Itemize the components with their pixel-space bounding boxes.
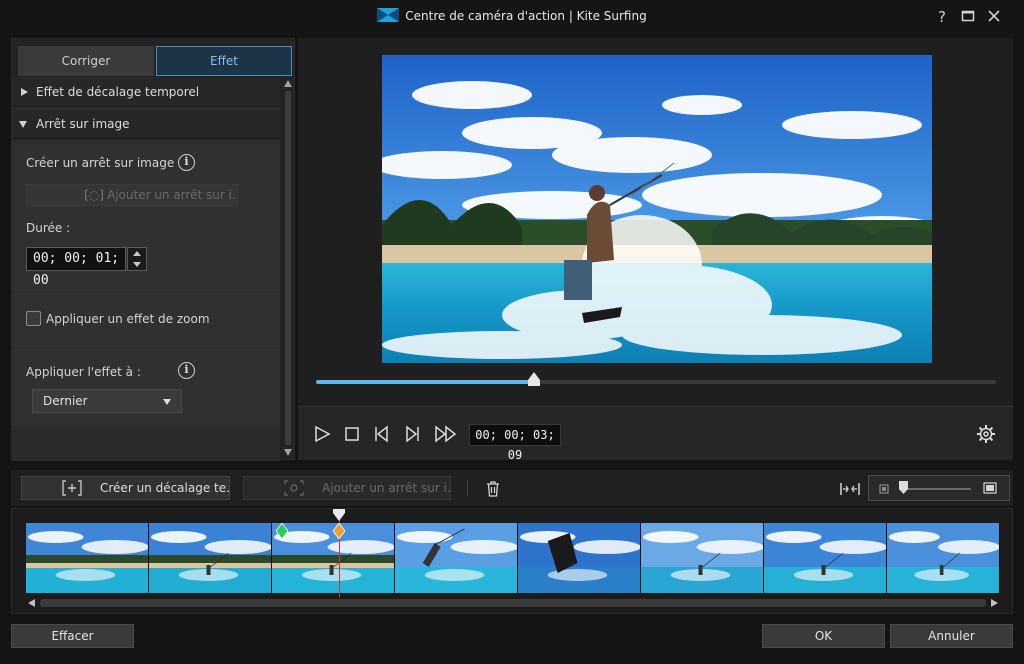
trash-icon[interactable] <box>485 480 501 498</box>
start-marker[interactable] <box>276 523 289 539</box>
duration-label: Durée : <box>26 221 71 235</box>
zoom-effect-row: Appliquer un effet de zoom <box>12 293 280 347</box>
next-frame-icon[interactable] <box>402 424 422 444</box>
timeline-scroll-thumb[interactable] <box>40 599 986 607</box>
freeze-frame-icon: [◌] <box>84 188 104 202</box>
window-title: Centre de caméra d'action | Kite Surfing <box>405 9 647 23</box>
create-time-shift-button[interactable]: Créer un décalage te... <box>21 476 230 500</box>
timeline-thumbnail[interactable] <box>26 523 149 593</box>
add-freeze-frame-toolbar-button: Ajouter un arrêt sur i... <box>243 476 451 500</box>
window-title-container: Centre de caméra d'action | Kite Surfing <box>0 8 1024 23</box>
expand-arrow-icon <box>21 88 28 96</box>
preview-scrubber[interactable] <box>316 372 996 386</box>
settings-gear-icon[interactable] <box>976 424 996 444</box>
add-time-shift-icon <box>62 480 82 496</box>
timeline-thumbnail[interactable] <box>641 523 764 593</box>
freeze-frame-settings: Créer un arrêt sur image i [◌] Ajouter u… <box>12 141 280 291</box>
zoom-slider-handle[interactable] <box>899 481 908 494</box>
ok-button[interactable]: OK <box>762 624 885 648</box>
add-freeze-frame-toolbar-label: Ajouter un arrêt sur i... <box>322 481 451 495</box>
scroll-up-icon[interactable] <box>284 80 292 87</box>
scroll-left-icon[interactable] <box>28 599 35 607</box>
tab-bar: Corriger Effet <box>18 46 292 76</box>
section-time-shift-label: Effet de décalage temporel <box>36 85 200 99</box>
clear-button[interactable]: Effacer <box>11 624 134 648</box>
fit-timeline-icon[interactable] <box>840 481 860 497</box>
cancel-button[interactable]: Annuler <box>890 624 1013 648</box>
timeline-thumbnail[interactable] <box>518 523 641 593</box>
panel-scrollbar[interactable] <box>282 77 294 459</box>
chevron-down-icon <box>163 399 171 405</box>
apply-effect-label: Appliquer l'effet à : <box>26 365 141 379</box>
zoom-out-icon[interactable] <box>879 484 889 494</box>
apply-effect-row: Appliquer l'effet à : i Dernier <box>12 349 280 425</box>
fast-forward-icon[interactable] <box>434 424 458 444</box>
video-track[interactable] <box>26 509 1000 597</box>
close-button[interactable] <box>986 9 1002 25</box>
zoom-slider-track[interactable] <box>899 488 971 490</box>
zoom-effect-checkbox[interactable] <box>26 311 41 326</box>
stop-icon[interactable] <box>342 424 362 444</box>
info-icon[interactable]: i <box>178 362 195 379</box>
scroll-down-icon[interactable] <box>284 449 292 456</box>
maximize-icon <box>961 10 975 22</box>
help-button[interactable]: ? <box>934 9 950 25</box>
scroll-thumb[interactable] <box>285 91 291 445</box>
timeline-zoom-control <box>868 475 1010 501</box>
playback-timecode: 00; 00; 03; 09 <box>469 424 561 462</box>
duration-spinner[interactable] <box>127 247 147 271</box>
title-bar: Centre de caméra d'action | Kite Surfing… <box>0 0 1024 34</box>
video-preview <box>382 55 932 363</box>
duration-input[interactable]: 00; 00; 01; 00 <box>26 247 126 288</box>
create-freeze-label: Créer un arrêt sur image <box>26 156 175 170</box>
section-time-shift[interactable]: Effet de décalage temporel <box>12 77 280 107</box>
zoom-effect-label: Appliquer un effet de zoom <box>46 312 210 326</box>
close-icon <box>988 10 1000 22</box>
timeline-toolbar: Créer un décalage te... Ajouter un arrêt… <box>11 470 1013 506</box>
panel-body: Effet de décalage temporel Arrêt sur ima… <box>12 77 280 461</box>
scroll-right-icon[interactable] <box>991 599 998 607</box>
previous-frame-icon[interactable] <box>372 424 392 444</box>
toolbar-divider <box>467 480 468 496</box>
section-freeze-frame[interactable]: Arrêt sur image <box>12 109 280 139</box>
scrubber-handle[interactable] <box>527 372 540 386</box>
collapse-arrow-icon <box>19 121 27 128</box>
playhead-handle[interactable] <box>332 509 345 521</box>
freeze-frame-icon <box>284 480 304 496</box>
preview-panel <box>298 38 1013 406</box>
play-icon[interactable] <box>312 424 332 444</box>
add-freeze-frame-label: Ajouter un arrêt sur i... <box>107 188 238 202</box>
timeline <box>11 508 1013 614</box>
freeze-marker[interactable] <box>332 523 345 539</box>
info-icon[interactable]: i <box>178 154 195 171</box>
timeline-scrollbar[interactable] <box>26 597 1000 609</box>
timeline-thumbnail[interactable] <box>395 523 518 593</box>
apply-effect-value: Dernier <box>43 394 88 408</box>
playback-controls: 00; 00; 03; 09 <box>298 406 1013 462</box>
add-freeze-frame-button: [◌] Ajouter un arrêt sur i... <box>26 184 238 206</box>
scrubber-progress <box>316 380 534 384</box>
app-logo-icon <box>377 8 400 22</box>
tab-corriger[interactable]: Corriger <box>18 46 154 76</box>
create-time-shift-label: Créer un décalage te... <box>100 481 230 495</box>
spinner-up-icon[interactable] <box>133 251 141 256</box>
timeline-thumbnail[interactable] <box>764 523 887 593</box>
tab-effet[interactable]: Effet <box>156 46 292 76</box>
zoom-in-icon[interactable] <box>983 482 997 494</box>
effect-settings-panel: Corriger Effet Effet de décalage tempore… <box>11 38 295 461</box>
timeline-thumbnail[interactable] <box>887 523 1000 593</box>
spinner-down-icon[interactable] <box>133 262 141 267</box>
maximize-button[interactable] <box>960 9 976 25</box>
section-freeze-frame-label: Arrêt sur image <box>36 117 130 131</box>
apply-effect-select[interactable]: Dernier <box>32 389 182 413</box>
timeline-thumbnail[interactable] <box>149 523 272 593</box>
